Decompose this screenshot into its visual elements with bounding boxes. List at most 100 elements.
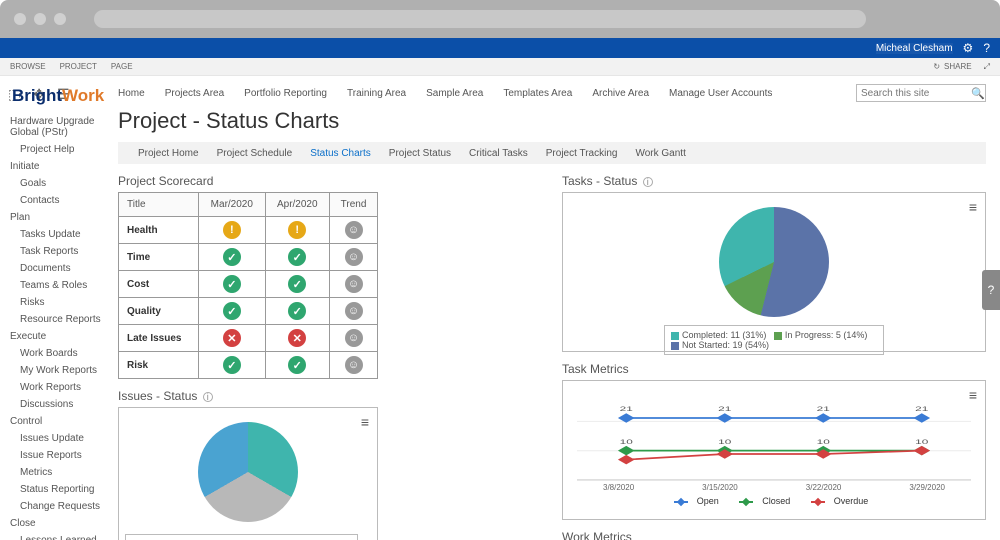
scorecard-row: Late Issues✕✕☺ bbox=[119, 325, 378, 352]
global-nav: Home Projects Area Portfolio Reporting Trai… bbox=[118, 80, 986, 106]
sidebar-item[interactable]: Issues Update bbox=[6, 430, 102, 447]
status-neutral-icon: ☺ bbox=[345, 248, 363, 266]
status-ok-icon: ✓ bbox=[288, 248, 306, 266]
status-neutral-icon: ☺ bbox=[345, 356, 363, 374]
svg-text:21: 21 bbox=[915, 406, 928, 414]
page-title: Project - Status Charts bbox=[118, 108, 986, 134]
share-link[interactable]: ↻ SHARE ⤢ bbox=[933, 62, 990, 72]
help-icon[interactable]: ? bbox=[983, 41, 990, 55]
sidebar-item[interactable]: Work Boards bbox=[6, 345, 102, 362]
svg-text:21: 21 bbox=[718, 406, 731, 414]
status-neutral-icon: ☺ bbox=[345, 275, 363, 293]
status-warn-icon: ! bbox=[223, 221, 241, 239]
status-ok-icon: ✓ bbox=[288, 302, 306, 320]
search-input[interactable] bbox=[857, 88, 967, 99]
tab-item[interactable]: Status Charts bbox=[310, 148, 371, 159]
status-ok-icon: ✓ bbox=[223, 275, 241, 293]
svg-text:10: 10 bbox=[817, 438, 830, 446]
sidebar-project-title[interactable]: Hardware Upgrade Global (PStr) bbox=[6, 113, 102, 141]
sidebar-section[interactable]: Control bbox=[6, 413, 102, 430]
sidebar-item[interactable]: My Work Reports bbox=[6, 362, 102, 379]
status-ok-icon: ✓ bbox=[288, 356, 306, 374]
info-icon[interactable]: i bbox=[203, 392, 213, 402]
svg-text:10: 10 bbox=[915, 438, 928, 446]
gear-icon[interactable]: ⚙ bbox=[963, 41, 974, 55]
global-nav-item[interactable]: Templates Area bbox=[503, 88, 572, 99]
global-nav-item[interactable]: Archive Area bbox=[592, 88, 649, 99]
issues-pie bbox=[198, 422, 298, 522]
sidebar-item[interactable]: Task Reports bbox=[6, 243, 102, 260]
sidebar-section[interactable]: Plan bbox=[6, 209, 102, 226]
sidebar-section[interactable]: Initiate bbox=[6, 158, 102, 175]
sidebar-item[interactable]: Teams & Roles bbox=[6, 277, 102, 294]
scorecard-title: Project Scorecard bbox=[118, 174, 542, 188]
browser-chrome bbox=[0, 0, 1000, 38]
global-nav-item[interactable]: Portfolio Reporting bbox=[244, 88, 327, 99]
sidebar-item[interactable]: Goals bbox=[6, 175, 102, 192]
global-nav-item[interactable]: Training Area bbox=[347, 88, 406, 99]
sidebar-item[interactable]: Documents bbox=[6, 260, 102, 277]
sidebar-item[interactable]: Work Reports bbox=[6, 379, 102, 396]
scorecard-row: Quality✓✓☺ bbox=[119, 298, 378, 325]
status-err-icon: ✕ bbox=[288, 329, 306, 347]
tab-item[interactable]: Project Status bbox=[389, 148, 451, 159]
scorecard-row: Health!!☺ bbox=[119, 217, 378, 244]
topbar-browse[interactable]: BROWSE bbox=[10, 62, 46, 71]
sidebar-item[interactable]: Status Reporting bbox=[6, 481, 102, 498]
global-nav-item[interactable]: Home bbox=[118, 88, 145, 99]
sidebar-item[interactable]: Metrics bbox=[6, 464, 102, 481]
sidebar-item[interactable]: Risks bbox=[6, 294, 102, 311]
ribbon-bar: Micheal Clesham ⚙ ? bbox=[0, 38, 1000, 58]
sidebar-item[interactable]: Lessons Learned bbox=[6, 532, 102, 540]
topbar-page[interactable]: PAGE bbox=[111, 62, 133, 71]
svg-text:10: 10 bbox=[620, 438, 633, 446]
status-neutral-icon: ☺ bbox=[345, 329, 363, 347]
sidebar-item[interactable]: Issue Reports bbox=[6, 447, 102, 464]
window-dot bbox=[54, 13, 66, 25]
sidebar-section[interactable]: Execute bbox=[6, 328, 102, 345]
topbar-project[interactable]: PROJECT bbox=[60, 62, 97, 71]
tasks-legend: Completed: 11 (31%) In Progress: 5 (14%)… bbox=[664, 325, 884, 355]
global-nav-item[interactable]: Manage User Accounts bbox=[669, 88, 772, 99]
tab-item[interactable]: Work Gantt bbox=[635, 148, 685, 159]
status-neutral-icon: ☺ bbox=[345, 302, 363, 320]
user-name[interactable]: Micheal Clesham bbox=[876, 43, 953, 54]
sidebar-item[interactable]: Change Requests bbox=[6, 498, 102, 515]
tab-item[interactable]: Critical Tasks bbox=[469, 148, 528, 159]
global-nav-item[interactable]: Projects Area bbox=[165, 88, 224, 99]
issues-legend: (2) In Progress: 1 (33%) (3) Completed: … bbox=[125, 534, 358, 540]
url-bar[interactable] bbox=[94, 10, 866, 28]
tabs: Project Home Project Schedule Status Chart… bbox=[118, 142, 986, 164]
tasks-status-title: Tasks - Status bbox=[562, 174, 637, 188]
search-icon[interactable]: 🔍 bbox=[967, 87, 989, 100]
scorecard-row: Time✓✓☺ bbox=[119, 244, 378, 271]
tab-item[interactable]: Project Home bbox=[138, 148, 199, 159]
sidebar-item[interactable]: Resource Reports bbox=[6, 311, 102, 328]
svg-text:21: 21 bbox=[817, 406, 830, 414]
sidebar-item[interactable]: Discussions bbox=[6, 396, 102, 413]
chart-menu-icon[interactable]: ≡ bbox=[361, 414, 369, 430]
focus-icon[interactable]: ⤢ bbox=[984, 62, 990, 72]
window-dot bbox=[34, 13, 46, 25]
issues-status-chart: ≡ (2) In Progress: 1 (33%) (3) Completed… bbox=[118, 407, 378, 540]
issues-status-title: Issues - Status bbox=[118, 389, 197, 403]
logo[interactable]: BrightWork bbox=[12, 86, 104, 106]
sidebar-item[interactable]: Contacts bbox=[6, 192, 102, 209]
tab-item[interactable]: Project Schedule bbox=[217, 148, 293, 159]
chart-menu-icon[interactable]: ≡ bbox=[969, 199, 977, 215]
status-warn-icon: ! bbox=[288, 221, 306, 239]
sidebar-item[interactable]: Tasks Update bbox=[6, 226, 102, 243]
tab-item[interactable]: Project Tracking bbox=[546, 148, 618, 159]
window-dot bbox=[14, 13, 26, 25]
svg-text:21: 21 bbox=[620, 406, 633, 414]
global-nav-item[interactable]: Sample Area bbox=[426, 88, 483, 99]
svg-text:10: 10 bbox=[718, 438, 731, 446]
scorecard-row: Risk✓✓☺ bbox=[119, 352, 378, 379]
info-icon[interactable]: i bbox=[643, 177, 653, 187]
sidebar-section[interactable]: Close bbox=[6, 515, 102, 532]
sidebar-item[interactable]: Project Help bbox=[6, 141, 102, 158]
help-side-tab[interactable]: ? bbox=[982, 270, 1000, 310]
status-ok-icon: ✓ bbox=[223, 356, 241, 374]
scorecard-row: Cost✓✓☺ bbox=[119, 271, 378, 298]
left-nav: ⬚ ✥ ☰ Hardware Upgrade Global (PStr) Pro… bbox=[0, 76, 108, 540]
